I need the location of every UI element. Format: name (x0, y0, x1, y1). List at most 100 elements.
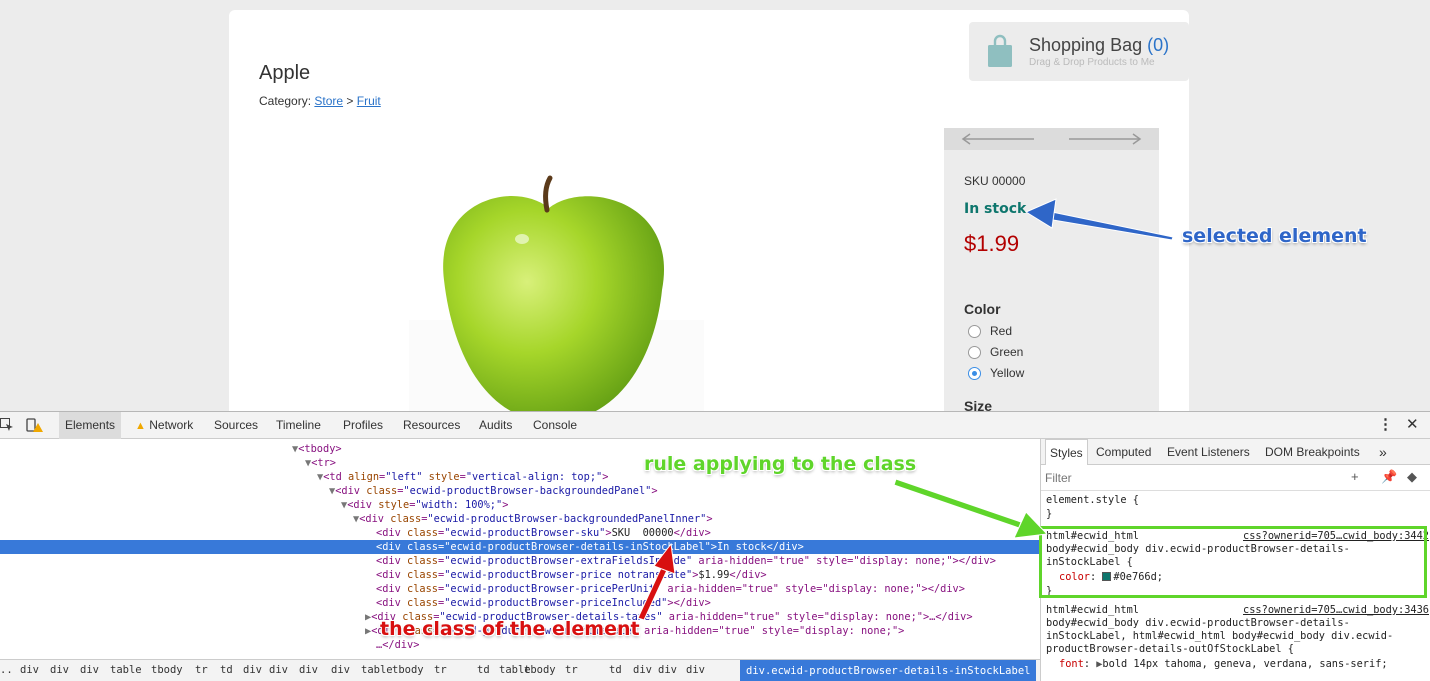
color-option-yellow[interactable]: Yellow (968, 365, 1024, 381)
dom-node[interactable]: ▼<div class="ecwid-productBrowser-backgr… (329, 484, 658, 498)
radio-button[interactable] (968, 345, 981, 359)
styles-filter-row: + 📌 ◆ (1041, 465, 1430, 491)
previous-arrow-icon[interactable] (960, 132, 1036, 146)
breadcrumb-item[interactable]: td (220, 664, 233, 676)
dom-node[interactable]: ▼<tr> (305, 456, 336, 470)
color-option-label: Color (964, 301, 1001, 317)
inspect-element-icon[interactable] (0, 418, 14, 432)
dom-node[interactable]: ▼<td align="left" style="vertical-align:… (317, 470, 608, 484)
dom-breadcrumbs: .. div div div table tbody tr td div div div div ta… (0, 659, 1040, 681)
tab-computed[interactable]: Computed (1096, 439, 1151, 465)
tab-resources[interactable]: Resources (403, 412, 460, 439)
more-options-icon[interactable]: ⋮ (1378, 415, 1393, 433)
pin-icon[interactable]: 📌 (1381, 469, 1397, 485)
property-value: #0e766d; (1113, 571, 1164, 583)
add-rule-icon[interactable]: + (1351, 469, 1359, 484)
breadcrumb-item[interactable]: div (20, 664, 39, 676)
dom-node[interactable]: ▼<div class="ecwid-productBrowser-backgr… (353, 512, 713, 526)
tab-timeline[interactable]: Timeline (276, 412, 321, 439)
warning-icon: ▲ (135, 420, 146, 432)
breadcrumb-item[interactable]: div (299, 664, 318, 676)
tab-console[interactable]: Console (533, 412, 577, 439)
category-store-link[interactable]: Store (314, 94, 343, 108)
category-breadcrumb: Category: Store > Fruit (259, 94, 381, 108)
tab-styles[interactable]: Styles (1045, 439, 1088, 465)
product-price: $1.99 (964, 231, 1020, 256)
product-image[interactable] (404, 160, 704, 412)
tab-network[interactable]: ▲ Network (135, 412, 193, 439)
breadcrumb-ellipsis[interactable]: .. (0, 664, 13, 676)
breadcrumb-item[interactable]: table (110, 664, 142, 676)
styles-tabs: Styles Computed Event Listeners DOM Brea… (1041, 439, 1430, 465)
rule-close-brace: } (1046, 585, 1053, 597)
dom-node[interactable]: ▼<tbody> (292, 442, 342, 456)
dom-node[interactable]: …</div> (376, 638, 419, 652)
breadcrumb-item[interactable]: div (633, 664, 652, 676)
tab-event-listeners[interactable]: Event Listeners (1167, 439, 1250, 465)
breadcrumb-item[interactable]: div (50, 664, 69, 676)
dom-node[interactable]: <div class="ecwid-productBrowser-price n… (376, 568, 767, 582)
color-option-red[interactable]: Red (968, 323, 1012, 339)
rule-close-brace: } (1046, 508, 1053, 520)
tab-profiles[interactable]: Profiles (343, 412, 383, 439)
close-icon[interactable]: ✕ (1406, 415, 1419, 433)
rule-property[interactable]: color: #0e766d; (1059, 571, 1163, 584)
breadcrumb-item[interactable]: tr (434, 664, 447, 676)
breadcrumb-item[interactable]: table (361, 664, 393, 676)
store-page: Apple Category: Store > Fruit Shopping B… (229, 10, 1189, 412)
rule-property[interactable]: font: ▶bold 14px tahoma, geneva, verdana… (1059, 658, 1388, 671)
dom-node[interactable]: <div class="ecwid-productBrowser-sku">SK… (376, 526, 711, 540)
color-option-text: Green (990, 345, 1024, 359)
annotation-selected-element: selected element (1182, 225, 1367, 247)
tab-elements[interactable]: Elements (59, 412, 122, 439)
property-value: bold 14px tahoma, geneva, verdana, sans-… (1102, 658, 1388, 670)
breadcrumb-item[interactable]: div (243, 664, 262, 676)
dom-node[interactable]: <div class="ecwid-productBrowser-pricePe… (376, 582, 965, 596)
shopping-bag-label: Shopping Bag (1029, 35, 1143, 55)
dom-node-selected[interactable]: <div class="ecwid-productBrowser-details… (0, 540, 1040, 554)
size-option-label: Size (964, 398, 993, 412)
breadcrumb-item[interactable]: td (609, 664, 622, 676)
color-option-text: Yellow (990, 366, 1025, 380)
breadcrumb-item[interactable]: tbody (392, 664, 424, 676)
radio-button[interactable] (968, 324, 981, 338)
breadcrumb-item[interactable]: div (331, 664, 350, 676)
breadcrumb-item[interactable]: div (80, 664, 99, 676)
shopping-bag-title: Shopping Bag (0) (1029, 35, 1169, 56)
breadcrumb-item-selected[interactable]: div.ecwid-productBrowser-details-inStock… (740, 660, 1037, 681)
color-option-green[interactable]: Green (968, 344, 1023, 360)
shopping-bag[interactable]: Shopping Bag (0) Drag & Drop Products to… (969, 22, 1189, 81)
tab-sources[interactable]: Sources (214, 412, 258, 439)
tab-dom-breakpoints[interactable]: DOM Breakpoints (1265, 439, 1360, 465)
breadcrumb-item[interactable]: div (686, 664, 705, 676)
next-arrow-icon[interactable] (1067, 132, 1143, 146)
breadcrumb-item[interactable]: tr (195, 664, 208, 676)
dom-node[interactable]: <div class="ecwid-productBrowser-priceIn… (376, 596, 711, 610)
breadcrumb-item[interactable]: tr (565, 664, 578, 676)
breadcrumb-item[interactable]: div (658, 664, 677, 676)
device-mode-icon[interactable] (26, 418, 44, 433)
rule-source-link[interactable]: css?ownerid=705…cwid_body:3442 (1243, 530, 1429, 542)
breadcrumb-item[interactable]: td (477, 664, 490, 676)
breadcrumb-item[interactable]: tbody (524, 664, 556, 676)
more-tabs-button[interactable]: » (1379, 439, 1387, 465)
styles-filter-input[interactable] (1045, 469, 1325, 487)
shopping-bag-icon (988, 34, 1012, 67)
rule-source-link[interactable]: css?ownerid=705…cwid_body:3436 (1243, 604, 1429, 616)
toggle-state-icon[interactable]: ◆ (1407, 469, 1417, 485)
category-label: Category: (259, 94, 312, 108)
tab-audits[interactable]: Audits (479, 412, 512, 439)
devtools-panel: Elements ▲ Network Sources Timeline Prof… (0, 411, 1430, 681)
breadcrumb-item[interactable]: div (269, 664, 288, 676)
shopping-bag-count: (0) (1147, 35, 1170, 55)
breadcrumb-item[interactable]: tbody (151, 664, 183, 676)
dom-node[interactable]: <div class="ecwid-productBrowser-extraFi… (376, 554, 996, 568)
product-details-panel: SKU 00000 In stock $1.99 Color Red Green… (944, 128, 1159, 412)
color-swatch-icon[interactable] (1102, 572, 1112, 581)
color-option-text: Red (990, 324, 1013, 338)
rule-selector-line: inStockLabel, html#ecwid_html body#ecwid… (1046, 630, 1394, 642)
styles-pane: Styles Computed Event Listeners DOM Brea… (1040, 439, 1430, 681)
category-fruit-link[interactable]: Fruit (357, 94, 381, 108)
dom-node[interactable]: ▼<div style="width: 100%;"> (341, 498, 508, 512)
radio-button-selected[interactable] (968, 366, 981, 380)
